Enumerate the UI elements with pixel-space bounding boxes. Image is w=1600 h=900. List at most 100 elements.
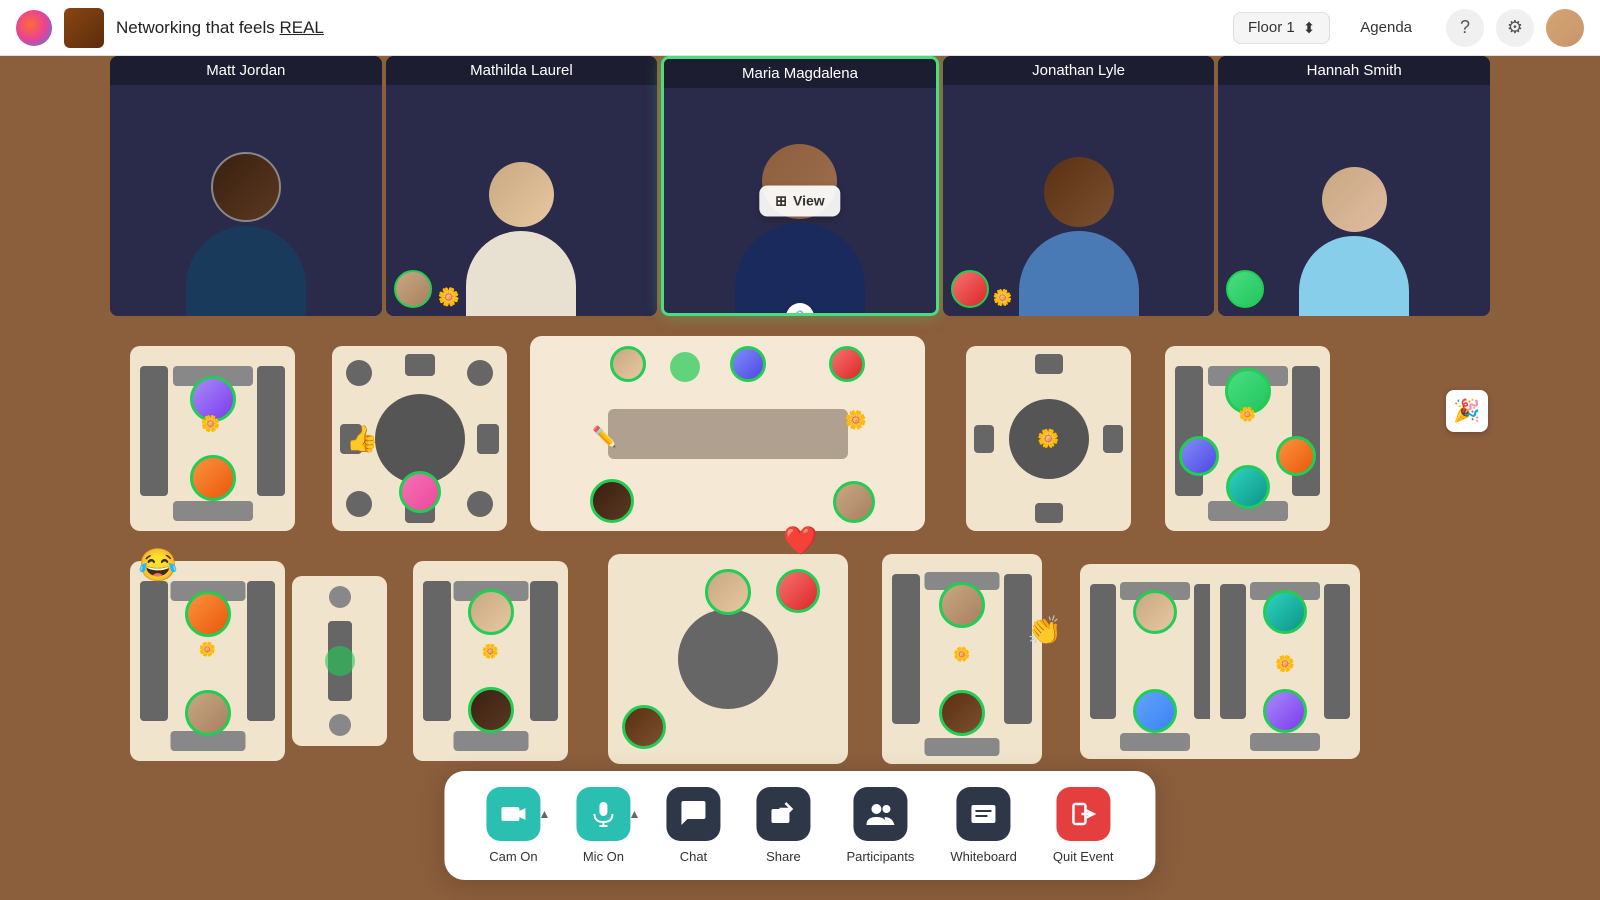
help-button[interactable]: ?	[1446, 9, 1484, 47]
seat-avatar	[705, 569, 751, 615]
floor-chevron-icon: ⬍	[1303, 19, 1316, 37]
video-feed-matt	[110, 85, 382, 316]
quit-label: Quit Event	[1053, 849, 1114, 864]
microphone-icon	[576, 787, 630, 841]
video-card-mathilda: Mathilda Laurel 🌼	[386, 56, 658, 316]
seat-avatar	[1133, 689, 1177, 733]
seat-avatar	[610, 346, 646, 382]
table-4[interactable]: 🌼	[966, 346, 1131, 531]
seat-avatar	[1263, 689, 1307, 733]
quit-button[interactable]: Quit Event	[1035, 787, 1132, 864]
seat-avatar	[590, 479, 634, 523]
table-b3[interactable]: ❤️	[608, 554, 848, 764]
participant-name-hannah: Hannah Smith	[1218, 56, 1490, 85]
seat-avatar	[468, 589, 514, 635]
video-card-maria: Maria Magdalena ⊞ View 🔒	[661, 56, 939, 316]
table-b6[interactable]: 🌼	[1210, 564, 1360, 759]
whiteboard-button[interactable]: Whiteboard	[932, 787, 1034, 864]
video-feed-hannah	[1218, 85, 1490, 316]
video-card-jonathan: Jonathan Lyle 🌼	[943, 56, 1215, 316]
chat-icon	[666, 787, 720, 841]
seat-avatar	[939, 690, 985, 736]
flowers-center: 🌼	[1037, 428, 1059, 449]
seat-avatar	[622, 705, 666, 749]
clap-reaction: 👏	[1027, 614, 1062, 647]
grid-icon: ⊞	[775, 192, 787, 209]
seat-avatar	[939, 582, 985, 628]
flowers-b4: 🌼	[953, 646, 970, 663]
hopin-logo	[16, 10, 52, 46]
settings-button[interactable]: ⚙	[1496, 9, 1534, 47]
seat-avatar	[185, 591, 231, 637]
seat-avatar	[730, 346, 766, 382]
table-2[interactable]: 👍	[332, 346, 507, 531]
seat-avatar	[1276, 436, 1316, 476]
share-button[interactable]: Share	[738, 787, 828, 864]
seat-avatar	[190, 455, 236, 501]
thumbs-up-reaction: 👍	[346, 423, 378, 454]
mic-label: Mic On	[583, 849, 624, 864]
camera-icon	[486, 787, 540, 841]
video-card-hannah: Hannah Smith	[1218, 56, 1490, 316]
empty-seat	[325, 646, 355, 676]
table-b2[interactable]: 🌼	[413, 561, 568, 761]
video-feed-jonathan: 🌼	[943, 85, 1215, 316]
seat-avatar	[833, 481, 875, 523]
event-thumbnail	[64, 8, 104, 48]
seat-avatar	[1226, 465, 1270, 509]
heart-reaction: ❤️	[783, 524, 818, 557]
flowers-emoji: 🌼	[201, 414, 221, 434]
video-feed-mathilda: 🌼	[386, 85, 658, 316]
top-icons: ? ⚙	[1446, 9, 1584, 47]
whiteboard-icon	[957, 787, 1011, 841]
party-reaction: 🎉	[1446, 390, 1488, 432]
cam-caret-icon[interactable]: ▲	[539, 807, 551, 821]
cam-button[interactable]: ▲ Cam On	[468, 787, 558, 864]
participant-name-jonathan: Jonathan Lyle	[943, 56, 1215, 85]
view-label: View	[793, 193, 825, 209]
toolbar: ▲ Cam On ▲ Mic On	[444, 771, 1155, 880]
table-flowers-b2: 🌼	[482, 643, 499, 660]
floor-selector[interactable]: Floor 1 ⬍	[1233, 12, 1330, 44]
table-conference[interactable]: ✏️ 🌼	[530, 336, 925, 531]
topbar: Networking that feels REAL Floor 1 ⬍ Age…	[0, 0, 1600, 56]
participant-name-maria: Maria Magdalena	[664, 59, 936, 88]
event-title: Networking that feels REAL	[116, 18, 324, 38]
table-b4[interactable]: 🌼 👏	[882, 554, 1042, 764]
table-b5[interactable]	[1080, 564, 1230, 759]
mic-button[interactable]: ▲ Mic On	[558, 787, 648, 864]
chat-label: Chat	[680, 849, 707, 864]
seat-avatar	[1133, 590, 1177, 634]
user-avatar[interactable]	[1546, 9, 1584, 47]
table-b1[interactable]: 🌼	[130, 561, 285, 761]
laugh-emoji-reaction: 😂	[138, 546, 178, 584]
chat-button[interactable]: Chat	[648, 787, 738, 864]
participants-button[interactable]: Participants	[828, 787, 932, 864]
floor-label: Floor 1	[1248, 19, 1295, 36]
whiteboard-label: Whiteboard	[950, 849, 1016, 864]
video-feed-maria: ⊞ View	[664, 88, 936, 313]
seat-avatar	[776, 569, 820, 613]
pencil-icon: ✏️	[592, 425, 617, 450]
seat-avatar	[468, 687, 514, 733]
empty-seat	[670, 352, 700, 382]
agenda-button[interactable]: Agenda	[1346, 13, 1426, 42]
seat-avatar	[399, 471, 441, 513]
mic-caret-icon[interactable]: ▲	[629, 807, 641, 821]
table-1[interactable]: 🌼	[130, 346, 295, 531]
table-flowers-b1: 🌼	[199, 641, 216, 658]
flowers-b6: 🌼	[1275, 654, 1295, 674]
table-b1b[interactable]	[292, 576, 387, 746]
table-5[interactable]: 🌼	[1165, 346, 1330, 531]
cam-label: Cam On	[489, 849, 537, 864]
seat-avatar	[185, 690, 231, 736]
participants-label: Participants	[846, 849, 914, 864]
share-label: Share	[766, 849, 801, 864]
seat-avatar	[1179, 436, 1219, 476]
participant-name-matt: Matt Jordan	[110, 56, 382, 85]
participant-name-mathilda: Mathilda Laurel	[386, 56, 658, 85]
view-button[interactable]: ⊞ View	[759, 185, 840, 216]
share-icon	[756, 787, 810, 841]
quit-icon	[1056, 787, 1110, 841]
seat-avatar	[829, 346, 865, 382]
